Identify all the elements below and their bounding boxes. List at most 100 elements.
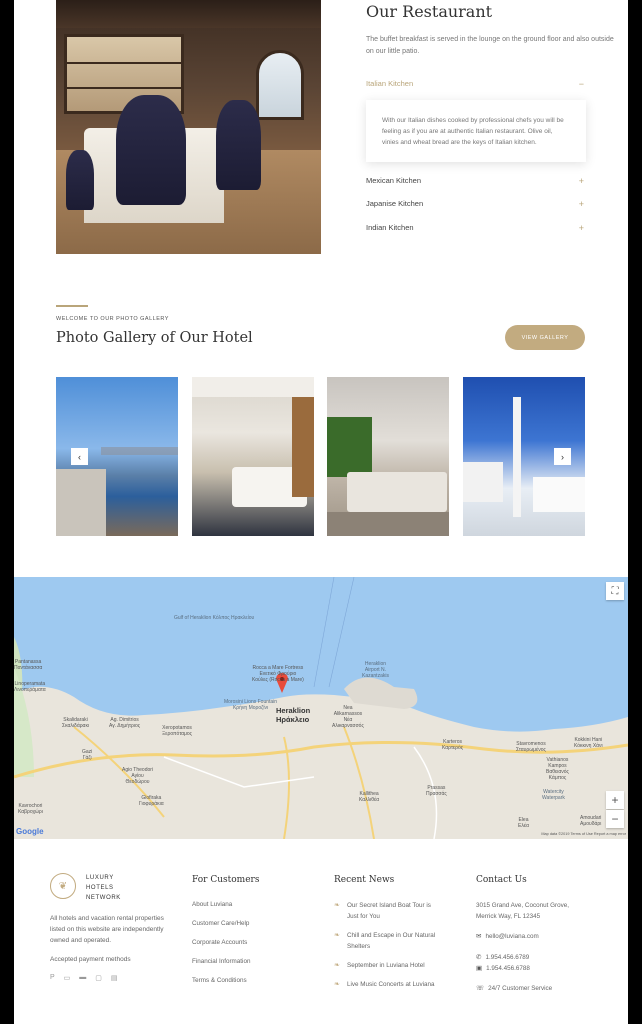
footer-link[interactable]: Corporate Accounts — [192, 938, 247, 948]
zoom-in-button[interactable]: + — [606, 791, 624, 809]
news-item-text: September in Luviana Hotel — [347, 962, 425, 969]
view-gallery-button[interactable]: VIEW GALLERY — [505, 325, 585, 350]
plus-icon: + — [611, 793, 619, 807]
news-item[interactable]: ❧ September in Luviana Hotel — [334, 960, 444, 971]
map-label: Xeropotamos Ξεροπόταμος — [162, 725, 193, 737]
footer-link[interactable]: Terms & Conditions — [192, 976, 247, 986]
restaurant-description: The buffet breakfast is served in the lo… — [366, 36, 614, 55]
expand-icon: + — [578, 176, 584, 186]
brand-line: NETWORK — [86, 895, 121, 901]
card-icon: ▭ — [63, 975, 71, 982]
amex-icon: ▬ — [79, 974, 87, 981]
accordion-italian-kitchen[interactable]: Italian Kitchen − — [366, 79, 584, 89]
map-label: Kokkini Hani Κόκκινη Χάνι — [574, 737, 603, 749]
news-item[interactable]: ❧ Our Secret Island Boat Tour is Just fo… — [334, 900, 444, 922]
leaf-icon: ❧ — [334, 902, 340, 909]
map-label: Karteros Καρτερός — [442, 739, 464, 751]
map-label: Pantanassa Παντάνασσα — [14, 659, 43, 671]
accordion-indian-kitchen[interactable]: Indian Kitchen + — [366, 223, 584, 233]
leaf-icon: ❧ — [334, 981, 340, 988]
gallery-kicker: WELCOME TO OUR PHOTO GALLERY — [56, 316, 169, 322]
google-logo[interactable]: Google — [16, 827, 44, 836]
map-label: Nea Alikarnassos Νέα Αλικαρνασσός — [332, 705, 364, 729]
map-label: Amoudari Αμουδάρι — [580, 815, 602, 827]
laurel-icon: ❦ — [58, 880, 68, 892]
accordion-label: Japanise Kitchen — [366, 199, 424, 208]
expand-icon: + — [578, 199, 584, 209]
news-item-text: Chill and Escape in Our Natural Shelters — [347, 932, 436, 950]
footer-link[interactable]: About Luviana — [192, 900, 232, 910]
collapse-icon: − — [578, 79, 584, 89]
expand-icon: + — [578, 223, 584, 233]
map-label: Prassas Πρασσάς — [426, 785, 447, 797]
carousel-next-button[interactable]: › — [554, 448, 571, 465]
news-item-text: Live Music Concerts at Luviana — [347, 981, 435, 988]
footer-link[interactable]: Customer Care/Help — [192, 919, 249, 929]
map-label: Ag. Dimitrios Αγ. Δημήτριος — [109, 717, 141, 729]
news-title: Recent News — [334, 875, 395, 885]
map-city-label: Heraklion Ηράκλειο — [276, 706, 310, 724]
visa-icon: ▢ — [95, 975, 102, 982]
news-item[interactable]: ❧ Live Music Concerts at Luviana — [334, 979, 444, 990]
leaf-icon: ❧ — [334, 932, 340, 939]
restaurant-title: Our Restaurant — [366, 2, 493, 21]
gallery-title: Photo Gallery of Our Hotel — [56, 330, 253, 346]
carousel-prev-button[interactable]: ‹ — [71, 448, 88, 465]
contact-service-text: 24/7 Customer Service — [488, 985, 553, 992]
map-attribution[interactable]: Map data ©2019 Terms of Use Report a map… — [541, 832, 626, 836]
accordion-label: Italian Kitchen — [366, 79, 414, 88]
page: Our Restaurant The buffet breakfast is s… — [14, 0, 628, 1024]
map-label: Gulf of Heraklion Κόλπος Ηρακλείου — [174, 615, 255, 621]
map-label: Linoperamata Λινοπεράματα — [14, 681, 46, 693]
map-label: Vathianos Kampos Βαθειανός Κάμπος — [546, 757, 569, 781]
contact-phone-text: 1.954.456.6789 — [485, 954, 530, 961]
fax-icon: ▣ — [476, 965, 483, 972]
news-item[interactable]: ❧ Chill and Escape in Our Natural Shelte… — [334, 930, 444, 952]
map-canvas — [14, 577, 628, 839]
restaurant-photo — [56, 0, 321, 254]
fullscreen-icon: ⛶ — [611, 585, 619, 597]
minus-icon: − — [611, 812, 619, 826]
envelope-icon: ✉ — [476, 933, 482, 940]
map-label: Rocca a Mare Fortress Ενετικό Φρούριο Κο… — [252, 665, 304, 683]
map-city-gr: Ηράκλειο — [276, 715, 310, 724]
gallery-photo-bedroom[interactable] — [327, 377, 449, 536]
map-label: Morosini Lions Fountain Κρήνη Μοροζίνι — [224, 699, 278, 711]
payment-methods-label: Accepted payment methods — [50, 956, 131, 963]
map-label: Stavromenos Σταυρωμένος — [516, 741, 546, 753]
section-divider — [56, 305, 88, 307]
chevron-right-icon: › — [561, 451, 564, 462]
footer-link[interactable]: Financial Information — [192, 957, 250, 967]
accordion-label: Mexican Kitchen — [366, 176, 422, 185]
brand-name: LUXURY HOTELS NETWORK — [86, 873, 121, 903]
zoom-out-button[interactable]: − — [606, 810, 624, 828]
brand-line: HOTELS — [86, 885, 114, 891]
chat-icon: ☏ — [476, 985, 485, 992]
accordion-mexican-kitchen[interactable]: Mexican Kitchen + — [366, 176, 584, 186]
contact-email-text: hello@luviana.com — [485, 933, 539, 940]
map-label: Skalidaraki Σκαλιδάρακι — [62, 717, 90, 729]
map-city-en: Heraklion — [276, 706, 311, 715]
leaf-icon: ❧ — [334, 962, 340, 969]
phone-icon: ✆ — [476, 954, 482, 961]
accordion-label: Indian Kitchen — [366, 223, 414, 232]
map-label: Gazi Γάζι — [82, 749, 93, 761]
accordion-japanise-kitchen[interactable]: Japanise Kitchen + — [366, 199, 584, 209]
news-item-text: Our Secret Island Boat Tour is Just for … — [347, 902, 431, 920]
fullscreen-button[interactable]: ⛶ — [606, 582, 624, 600]
customers-title: For Customers — [192, 875, 260, 885]
contact-phone[interactable]: ✆ 1.954.456.6789 — [476, 952, 529, 963]
brand-line: LUXURY — [86, 875, 114, 881]
brand-logo[interactable]: ❦ — [50, 873, 76, 899]
map-label: Elea Ελέα — [518, 817, 529, 829]
contact-email[interactable]: ✉ hello@luviana.com — [476, 931, 539, 942]
payment-icons: P ▭ ▬ ▢ ▤ — [50, 974, 118, 982]
gallery-photo-dining[interactable] — [192, 377, 314, 536]
contact-service[interactable]: ☏ 24/7 Customer Service — [476, 983, 552, 994]
paypal-icon: P — [50, 974, 55, 981]
chevron-left-icon: ‹ — [78, 451, 81, 462]
contact-fax: ▣ 1.954.456.6788 — [476, 963, 530, 974]
map-label: Giofiraka Γιοφυράκια — [139, 795, 164, 807]
map[interactable]: Gulf of Heraklion Κόλπος Ηρακλείου Rocca… — [14, 577, 628, 839]
contact-fax-text: 1.954.456.6788 — [486, 965, 530, 972]
